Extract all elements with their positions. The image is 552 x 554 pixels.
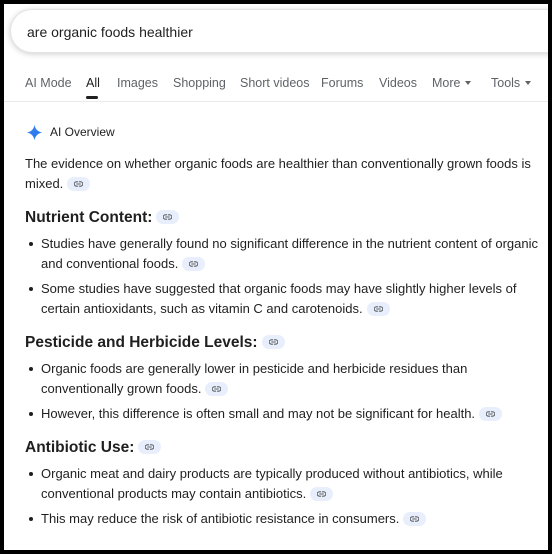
source-link-chip[interactable]	[403, 511, 427, 526]
tab-short-videos[interactable]: Short videos	[240, 75, 309, 91]
list-item-text: This may reduce the risk of antibiotic r…	[41, 511, 400, 526]
section-heading-pesticide: Pesticide and Herbicide Levels:	[25, 333, 540, 353]
tab-videos[interactable]: Videos	[379, 75, 417, 91]
tab-images[interactable]: Images	[117, 75, 158, 91]
search-tabs: AI Mode All Images Shopping Short videos…	[4, 68, 548, 102]
list-item-text: Some studies have suggested that organic…	[41, 281, 517, 316]
search-input[interactable]: are organic foods healthier	[27, 23, 193, 41]
list-item-text: Organic meat and dairy products are typi…	[41, 466, 503, 501]
tab-more[interactable]: More	[432, 75, 472, 91]
link-icon	[410, 515, 420, 522]
list-item: Some studies have suggested that organic…	[25, 279, 540, 319]
active-tab-indicator	[86, 96, 98, 99]
list-item-text: Organic foods are generally lower in pes…	[41, 361, 468, 396]
list-item: Organic meat and dairy products are typi…	[25, 464, 540, 504]
source-link-chip[interactable]	[205, 381, 229, 396]
intro-text: The evidence on whether organic foods ar…	[25, 156, 531, 191]
link-icon	[145, 444, 155, 450]
list-item: Organic foods are generally lower in pes…	[25, 359, 540, 399]
link-icon	[74, 180, 84, 187]
search-bar[interactable]: are organic foods healthier	[10, 9, 548, 53]
list-item-text: Studies have generally found no signific…	[41, 236, 538, 271]
heading-text: Nutrient Content:	[25, 209, 153, 226]
heading-text: Antibiotic Use:	[25, 439, 135, 456]
source-link-chip[interactable]	[366, 301, 390, 316]
list-item-text: However, this difference is often small …	[41, 406, 476, 421]
gemini-sparkle-icon	[26, 124, 43, 140]
link-icon	[163, 214, 173, 220]
source-link-chip[interactable]	[138, 439, 162, 454]
intro-paragraph: The evidence on whether organic foods ar…	[25, 154, 540, 194]
pesticide-list: Organic foods are generally lower in pes…	[25, 359, 540, 424]
link-icon	[373, 305, 383, 312]
page-frame: are organic foods healthier AI Mode All …	[4, 4, 548, 550]
ai-overview-header: AI Overview	[26, 123, 115, 141]
nutrient-list: Studies have generally found no signific…	[25, 234, 540, 319]
chevron-down-icon	[525, 80, 532, 85]
list-item: However, this difference is often small …	[25, 404, 540, 424]
source-link-chip[interactable]	[310, 486, 334, 501]
source-link-chip[interactable]	[182, 256, 206, 271]
heading-text: Pesticide and Herbicide Levels:	[25, 334, 258, 351]
link-icon	[268, 339, 278, 345]
source-link-chip[interactable]	[479, 406, 503, 421]
tab-all[interactable]: All	[86, 75, 100, 91]
tab-tools-label: Tools	[491, 76, 521, 90]
link-icon	[212, 385, 222, 392]
link-icon	[486, 410, 496, 417]
tab-shopping[interactable]: Shopping	[173, 75, 226, 91]
antibiotic-list: Organic meat and dairy products are typi…	[25, 464, 540, 529]
link-icon	[317, 490, 327, 497]
ai-overview-content: The evidence on whether organic foods ar…	[25, 154, 540, 534]
tab-more-label: More	[432, 76, 461, 90]
section-heading-nutrient: Nutrient Content:	[25, 208, 540, 228]
list-item: This may reduce the risk of antibiotic r…	[25, 509, 540, 529]
tab-ai-mode[interactable]: AI Mode	[25, 75, 72, 91]
chevron-down-icon	[465, 80, 472, 85]
tab-tools[interactable]: Tools	[491, 75, 532, 91]
source-link-chip[interactable]	[156, 209, 180, 224]
ai-overview-title: AI Overview	[50, 125, 115, 139]
source-link-chip[interactable]	[67, 176, 91, 191]
section-heading-antibiotic: Antibiotic Use:	[25, 438, 540, 458]
source-link-chip[interactable]	[261, 334, 285, 349]
tab-forums[interactable]: Forums	[321, 75, 363, 91]
link-icon	[189, 260, 199, 267]
list-item: Studies have generally found no signific…	[25, 234, 540, 274]
